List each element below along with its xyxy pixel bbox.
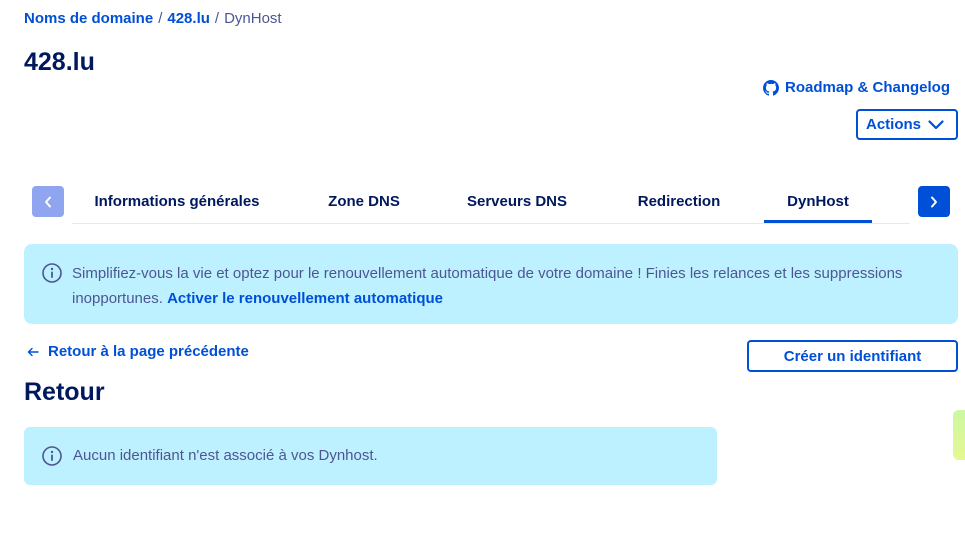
empty-state-message: Aucun identifiant n'est associé à vos Dy… <box>24 427 717 485</box>
github-icon <box>762 79 779 96</box>
roadmap-changelog-link[interactable]: Roadmap & Changelog <box>762 79 950 96</box>
tab-serveurs-dns[interactable]: Serveurs DNS <box>457 186 577 222</box>
section-title: Retour <box>24 378 105 406</box>
breadcrumb: Noms de domaine / 428.lu / DynHost <box>24 10 282 27</box>
chevron-right-icon <box>931 196 937 207</box>
breadcrumb-current: DynHost <box>224 10 282 27</box>
auto-renew-banner: Simplifiez-vous la vie et optez pour le … <box>24 244 958 324</box>
tab-redirection[interactable]: Redirection <box>624 186 734 222</box>
back-link[interactable]: Retour à la page précédente <box>27 343 249 360</box>
breadcrumb-separator: / <box>214 10 220 27</box>
tab-bar: Informations générales Zone DNS Serveurs… <box>32 186 950 224</box>
arrow-left-icon <box>27 347 39 356</box>
create-identifier-button[interactable]: Créer un identifiant <box>747 340 958 372</box>
info-icon <box>42 263 62 283</box>
chevron-down-icon <box>928 119 944 129</box>
activate-auto-renew-link[interactable]: Activer le renouvellement automatique <box>167 290 443 307</box>
breadcrumb-link-domains[interactable]: Noms de domaine <box>24 10 153 27</box>
tabs: Informations générales Zone DNS Serveurs… <box>72 186 910 224</box>
breadcrumb-link-domain[interactable]: 428.lu <box>167 10 210 27</box>
tabs-prev-button[interactable] <box>32 186 64 217</box>
tab-dynhost[interactable]: DynHost <box>764 186 872 223</box>
page-title: 428.lu <box>24 48 95 76</box>
actions-button[interactable]: Actions <box>856 109 958 140</box>
tab-informations-generales[interactable]: Informations générales <box>72 186 282 222</box>
breadcrumb-separator: / <box>158 10 163 27</box>
feedback-tab[interactable] <box>953 410 965 460</box>
roadmap-label: Roadmap & Changelog <box>784 79 950 96</box>
actions-label: Actions <box>866 116 922 133</box>
back-link-label: Retour à la page précédente <box>48 343 249 360</box>
tabs-next-button[interactable] <box>918 186 950 217</box>
empty-state-text: Aucun identifiant n'est associé à vos Dy… <box>73 447 378 464</box>
chevron-left-icon <box>45 196 51 207</box>
info-icon <box>42 446 62 466</box>
tab-zone-dns[interactable]: Zone DNS <box>314 186 414 222</box>
